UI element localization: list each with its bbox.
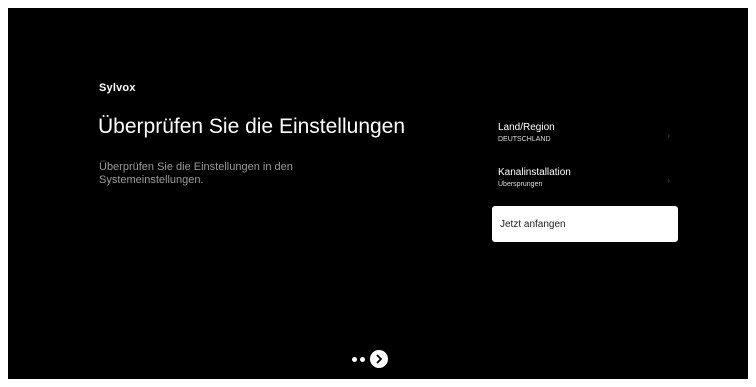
setup-screen: Sylvox Überprüfen Sie die Einstellungen … [8, 8, 748, 379]
brand-logo: Sylvox [99, 82, 136, 94]
setting-value: DEUTSCHLAND [498, 136, 551, 143]
setting-label: Kanalinstallation [498, 167, 571, 178]
page-dot [352, 356, 357, 362]
page-dot [360, 356, 365, 362]
page-description: Überprüfen Sie die Einstellungen in den … [99, 161, 293, 186]
arrow-right-circle-icon [376, 354, 382, 364]
setting-label: Land/Region [498, 122, 555, 133]
chevron-right-icon: › [667, 131, 670, 140]
setting-item-channel-installation[interactable]: Kanalinstallation Übersprungen › [492, 163, 678, 197]
setting-value: Übersprungen [498, 181, 543, 188]
chevron-right-icon: › [667, 176, 670, 185]
page-indicator [352, 350, 388, 368]
start-now-button[interactable]: Jetzt anfangen [492, 206, 678, 242]
settings-list: Land/Region DEUTSCHLAND › Kanalinstallat… [492, 118, 678, 208]
page-title: Überprüfen Sie die Einstellungen [98, 115, 406, 138]
setting-item-country-region[interactable]: Land/Region DEUTSCHLAND › [492, 118, 678, 152]
next-button[interactable] [370, 350, 388, 368]
